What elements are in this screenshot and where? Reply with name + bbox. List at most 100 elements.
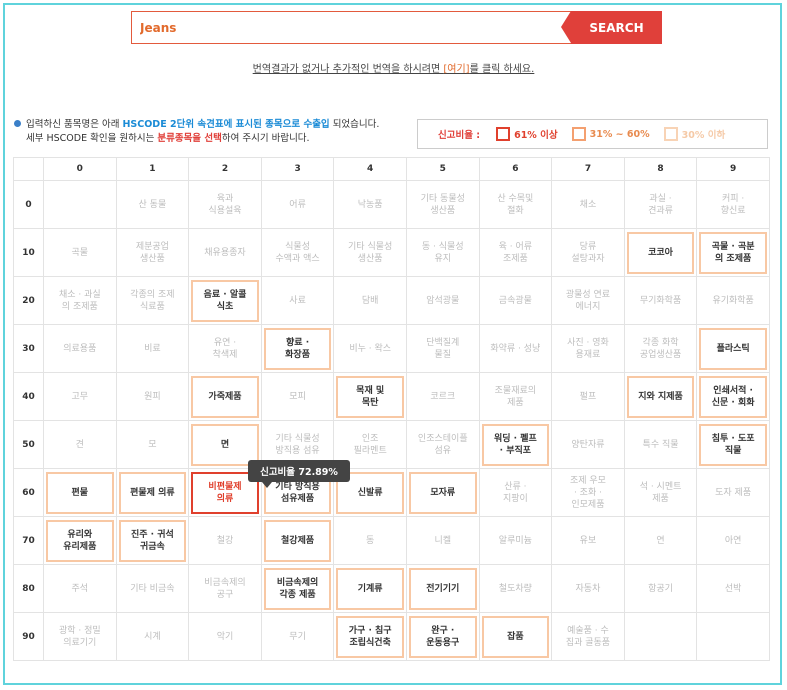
grid-cell[interactable]: 사진 · 영화 용재료 xyxy=(551,324,625,373)
grid-cell[interactable]: 유보 xyxy=(551,516,625,565)
grid-cell[interactable]: 산 동물 xyxy=(115,180,190,229)
grid-cell[interactable]: 편물제 의류 xyxy=(115,468,190,517)
grid-cell[interactable]: 제분공업 생산품 xyxy=(115,228,190,277)
grid-cell[interactable]: 워딩 · 펠프 · 부직포 xyxy=(478,420,553,469)
grid-cell[interactable]: 잡품 xyxy=(478,612,553,661)
grid-cell[interactable]: 과실 · 견과류 xyxy=(623,180,698,229)
translation-here-link[interactable]: [여기] xyxy=(443,64,469,75)
grid-cell[interactable]: 모자류 xyxy=(405,468,480,517)
grid-cell[interactable]: 지와 지제품 xyxy=(623,372,698,421)
grid-cell[interactable]: 모피 xyxy=(260,372,335,421)
grid-cell[interactable]: 비료 xyxy=(115,324,190,373)
grid-cell[interactable]: 석 · 시멘트 제품 xyxy=(623,468,698,517)
grid-cell[interactable]: 동 xyxy=(333,516,407,565)
grid-cell[interactable]: 단백질계 물질 xyxy=(405,324,480,373)
grid-cell[interactable]: 육 · 어류 조제품 xyxy=(478,228,553,277)
grid-cell[interactable]: 연 xyxy=(623,516,698,565)
grid-cell[interactable]: 플라스틱 xyxy=(696,324,770,373)
grid-cell[interactable]: 인조스테이플 섬유 xyxy=(405,420,480,469)
grid-cell[interactable]: 진주 · 귀석 귀금속 xyxy=(115,516,190,565)
grid-cell[interactable]: 사료 xyxy=(260,276,335,325)
grid-cell[interactable]: 고무 xyxy=(43,372,117,421)
grid-cell[interactable]: 시계 xyxy=(115,612,190,661)
grid-cell[interactable]: 악기 xyxy=(188,612,262,661)
grid-cell[interactable]: 커피 · 향신료 xyxy=(696,180,770,229)
grid-cell[interactable]: 예술품 · 수 집과 골동품 xyxy=(551,612,625,661)
grid-cell[interactable]: 코코아 xyxy=(623,228,698,277)
grid-cell[interactable]: 철도차량 xyxy=(478,564,553,613)
grid-cell-label: 선박 xyxy=(724,583,742,594)
grid-cell[interactable]: 각종 화학 공업생산품 xyxy=(623,324,698,373)
grid-cell[interactable]: 채소 · 과실 의 조제품 xyxy=(43,276,117,325)
grid-cell-label: 광물성 연료 에너지 xyxy=(565,289,611,312)
grid-cell[interactable]: 기타 동물성 생산품 xyxy=(405,180,480,229)
search-button[interactable]: SEARCH xyxy=(561,11,662,44)
grid-cell[interactable]: 당류 설탕과자 xyxy=(551,228,625,277)
grid-cell[interactable]: 편물 xyxy=(43,468,117,517)
grid-cell[interactable]: 비금속제의 각종 제품 xyxy=(260,564,335,613)
grid-cell-label: 목재 및 목탄 xyxy=(336,375,404,418)
grid-cell[interactable]: 유연 · 착색제 xyxy=(188,324,262,373)
grid-cell[interactable]: 의료용품 xyxy=(43,324,117,373)
grid-cell[interactable]: 화약류 · 성냥 xyxy=(478,324,553,373)
grid-cell[interactable]: 유리와 유리제품 xyxy=(43,516,117,565)
grid-cell[interactable]: 낙농품 xyxy=(333,180,407,229)
grid-cell[interactable]: 인쇄서적 · 신문 · 회화 xyxy=(696,372,770,421)
grid-cell[interactable]: 알루미늄 xyxy=(478,516,553,565)
grid-cell[interactable]: 광학 · 정밀 의료기기 xyxy=(43,612,117,661)
grid-cell[interactable]: 비누 · 왁스 xyxy=(333,324,407,373)
grid-cell[interactable]: 무기화학품 xyxy=(623,276,698,325)
grid-cell[interactable]: 자동차 xyxy=(551,564,625,613)
grid-cell[interactable]: 동 · 식물성 유지 xyxy=(405,228,480,277)
grid-cell[interactable]: 곡물 xyxy=(43,228,117,277)
grid-cell[interactable]: 담배 xyxy=(333,276,407,325)
grid-cell[interactable]: 철강 xyxy=(188,516,262,565)
grid-cell[interactable]: 산 수목및 절화 xyxy=(478,180,553,229)
grid-column-header: 7 xyxy=(551,157,625,181)
grid-cell[interactable]: 전기기기 xyxy=(405,564,480,613)
grid-cell[interactable]: 가구 · 침구 조립식건축 xyxy=(333,612,407,661)
grid-cell[interactable]: 비금속제의 공구 xyxy=(188,564,262,613)
grid-cell[interactable]: 식물성 수액과 액스 xyxy=(260,228,335,277)
grid-cell[interactable]: 코르크 xyxy=(405,372,480,421)
grid-cell[interactable]: 원피 xyxy=(115,372,190,421)
grid-cell[interactable]: 펄프 xyxy=(551,372,625,421)
grid-cell[interactable]: 광물성 연료 에너지 xyxy=(551,276,625,325)
grid-cell[interactable]: 도자 제품 xyxy=(696,468,770,517)
grid-cell[interactable]: 어류 xyxy=(260,180,335,229)
grid-cell[interactable]: 견 xyxy=(43,420,117,469)
grid-cell[interactable]: 조제 우모 · 조화 · 인모제품 xyxy=(551,468,625,517)
grid-cell[interactable]: 금속광물 xyxy=(478,276,553,325)
grid-cell[interactable]: 음료 · 알콜 식초 xyxy=(188,276,262,325)
grid-cell[interactable]: 선박 xyxy=(696,564,770,613)
grid-cell[interactable]: 침투 · 도포 직물 xyxy=(696,420,770,469)
grid-cell[interactable]: 기타 식물성 생산품 xyxy=(333,228,407,277)
grid-cell[interactable]: 아연 xyxy=(696,516,770,565)
grid-cell[interactable]: 주석 xyxy=(43,564,117,613)
grid-cell[interactable]: 유기화학품 xyxy=(696,276,770,325)
grid-column-header: 0 xyxy=(43,157,117,181)
grid-cell[interactable]: 채소 xyxy=(551,180,625,229)
search-input[interactable] xyxy=(131,11,571,44)
grid-cell[interactable]: 완구 · 운동용구 xyxy=(405,612,480,661)
grid-cell[interactable]: 각종의 조제 식료품 xyxy=(115,276,190,325)
grid-cell[interactable]: 향료 · 화장품 xyxy=(260,324,335,373)
grid-cell[interactable]: 무기 xyxy=(260,612,335,661)
grid-cell[interactable]: 기계류 xyxy=(333,564,407,613)
grid-cell[interactable]: 곡물 · 곡분 의 조제품 xyxy=(696,228,770,277)
grid-cell[interactable]: 산류 · 지팡이 xyxy=(478,468,553,517)
grid-cell[interactable]: 목재 및 목탄 xyxy=(333,372,407,421)
grid-cell[interactable]: 기타 비금속 xyxy=(115,564,190,613)
grid-cell[interactable]: 암석광물 xyxy=(405,276,480,325)
grid-cell[interactable]: 채유용종자 xyxy=(188,228,262,277)
grid-cell[interactable]: 육과 식용설육 xyxy=(188,180,262,229)
grid-cell-label: 비료 xyxy=(144,343,161,354)
grid-cell[interactable]: 양탄자류 xyxy=(551,420,625,469)
grid-cell[interactable]: 항공기 xyxy=(623,564,698,613)
grid-cell[interactable]: 철강제품 xyxy=(260,516,335,565)
grid-cell[interactable]: 가죽제품 xyxy=(188,372,262,421)
grid-cell[interactable]: 니켈 xyxy=(405,516,480,565)
grid-cell[interactable]: 모 xyxy=(115,420,190,469)
grid-cell[interactable]: 조물재료의 제품 xyxy=(478,372,553,421)
grid-cell[interactable]: 특수 직물 xyxy=(623,420,698,469)
